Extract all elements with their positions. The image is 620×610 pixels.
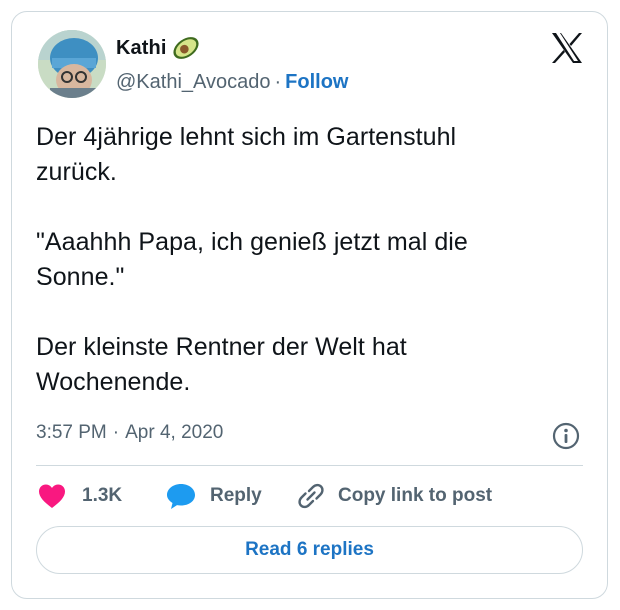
tweet-timestamp[interactable]: 3:57 PM · Apr 4, 2020 bbox=[36, 422, 223, 444]
copy-link-label: Copy link to post bbox=[338, 485, 493, 506]
avatar-image bbox=[38, 30, 106, 98]
divider bbox=[36, 465, 583, 466]
tweet-time: 3:57 PM bbox=[36, 422, 107, 443]
avocado-emoji-icon bbox=[173, 37, 199, 59]
read-replies-label: Read 6 replies bbox=[245, 539, 374, 560]
author-handle[interactable]: @Kathi_Avocado bbox=[116, 71, 270, 93]
like-button[interactable]: 1.3K bbox=[38, 481, 122, 511]
reply-label: Reply bbox=[210, 485, 262, 506]
tweet-text: Der 4jährige lehnt sich im Gartenstuhl z… bbox=[36, 123, 468, 396]
reply-button[interactable]: Reply bbox=[166, 481, 262, 511]
author-name[interactable]: Kathi bbox=[116, 37, 167, 60]
separator-dot: · bbox=[274, 71, 282, 93]
meta-separator: · bbox=[112, 422, 120, 443]
tweet-date: Apr 4, 2020 bbox=[125, 422, 224, 443]
heart-icon bbox=[39, 484, 65, 508]
read-replies-button[interactable]: Read 6 replies bbox=[36, 526, 583, 574]
follow-link[interactable]: Follow bbox=[285, 71, 348, 93]
like-count: 1.3K bbox=[82, 485, 123, 506]
info-icon[interactable] bbox=[552, 422, 580, 450]
reply-bubble-icon bbox=[167, 484, 195, 509]
link-icon bbox=[298, 483, 324, 509]
handle-row: @Kathi_Avocado · Follow bbox=[116, 71, 348, 94]
copy-link-button[interactable]: Copy link to post bbox=[296, 481, 492, 511]
x-logo-icon[interactable] bbox=[550, 32, 584, 64]
avatar[interactable] bbox=[38, 30, 106, 98]
